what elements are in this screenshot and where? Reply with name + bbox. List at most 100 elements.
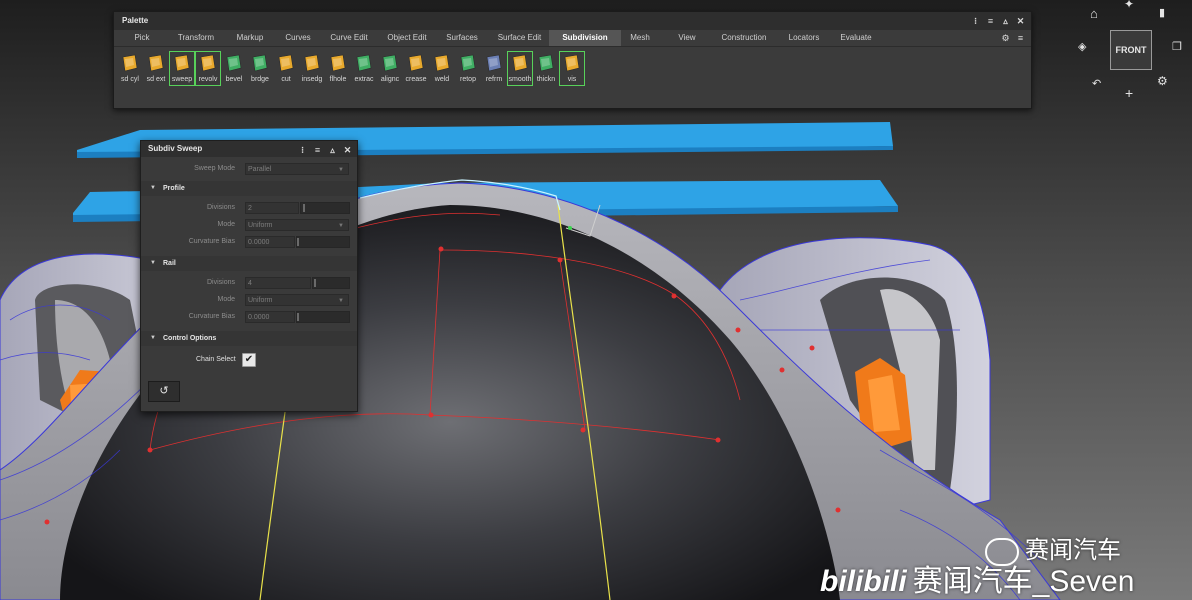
rail-section-header[interactable]: ▼ Rail [141,256,357,271]
menu-icon[interactable]: ≡ [313,142,322,158]
tab-curve-edit[interactable]: Curve Edit [318,30,380,46]
tab-pick[interactable]: Pick [114,30,170,46]
rail-mode-row: Mode Uniform ▼ [141,292,357,309]
tab-construction[interactable]: Construction [715,30,773,46]
tool-label: refrm [485,76,503,83]
tool-sd-cyl[interactable]: sd cyl [117,51,143,86]
collapse-icon[interactable]: ▵ [1001,12,1010,30]
rail-mode-select[interactable]: Uniform ▼ [245,294,349,306]
retopo-icon [457,52,479,74]
reset-button[interactable]: ↺ [148,381,180,402]
tool-label: sd cyl [121,76,139,83]
menu-icon[interactable]: ≡ [986,12,995,30]
tab-transform[interactable]: Transform [170,30,222,46]
crease-icon [405,52,427,74]
tool-weld[interactable]: weld [429,51,455,86]
view-cube-label: FRONT [1115,45,1147,55]
tool-label: brdge [251,76,269,83]
tab-evaluate[interactable]: Evaluate [835,30,877,46]
settings-gear-icon[interactable]: ⚙ [1157,74,1168,88]
tool-label: cut [281,76,291,83]
profile-divisions-label: Divisions [206,204,235,211]
rail-divisions-slider[interactable] [312,277,350,289]
rail-bias-label: Curvature Bias [188,313,235,320]
profile-divisions-row: Divisions 2 [141,200,357,217]
undo-view-icon[interactable]: ↶ [1092,77,1101,90]
subdiv-sweep-dialog[interactable]: Subdiv Sweep ⁝ ≡ ▵ ✕ Sweep Mode Parallel… [140,140,358,412]
tab-subdivision[interactable]: Subdivision [549,30,621,46]
bookmark-icon[interactable]: ▮ [1159,6,1165,19]
tool-label: sweep [171,76,193,83]
sweep-mode-label: Sweep Mode [194,165,235,172]
tab-curves[interactable]: Curves [278,30,318,46]
tab-locators[interactable]: Locators [773,30,835,46]
view-cube[interactable]: FRONT [1110,30,1152,70]
tool-revolv[interactable]: revolv [195,51,221,86]
tab-object-edit[interactable]: Object Edit [380,30,434,46]
tab-mesh[interactable]: Mesh [621,30,659,46]
visibility-icon [561,52,583,74]
tool-brdge[interactable]: brdge [247,51,273,86]
tool-label: vis [567,76,577,83]
dock-icon[interactable]: ⁝ [298,142,307,158]
tool-extrac[interactable]: extrac [351,51,377,86]
dialog-titlebar[interactable]: Subdiv Sweep ⁝ ≡ ▵ ✕ [141,141,357,157]
profile-bias-field[interactable]: 0.0000 [245,236,295,248]
sweep-mode-value: Parallel [248,166,272,173]
collapse-icon[interactable]: ▵ [328,142,337,158]
tool-sd-ext[interactable]: sd ext [143,51,169,86]
close-icon[interactable]: ✕ [1016,12,1025,30]
settings-gear-icon[interactable]: ⚙ [1001,33,1010,44]
checkmark-icon: ✔ [244,354,254,365]
profile-bias-value: 0.0000 [248,239,270,246]
profile-mode-value: Uniform [248,222,273,229]
tool-crease[interactable]: crease [403,51,429,86]
view-compass-icon[interactable]: ◈ [1078,40,1086,53]
rail-bias-slider[interactable] [296,311,350,323]
add-icon[interactable]: + [1125,85,1133,101]
window-icon[interactable]: ❐ [1172,40,1182,53]
profile-bias-slider[interactable] [296,236,350,248]
close-icon[interactable]: ✕ [343,142,352,158]
sweep-mode-row: Sweep Mode Parallel ▼ [141,161,357,178]
tab-view[interactable]: View [659,30,715,46]
rail-divisions-field[interactable]: 4 [245,277,311,289]
tool-bevel[interactable]: bevel [221,51,247,86]
control-options-header[interactable]: ▼ Control Options [141,331,357,346]
tool-refrm[interactable]: refrm [481,51,507,86]
tool-sweep[interactable]: sweep [169,51,195,86]
tool-vis[interactable]: vis [559,51,585,86]
tool-cut[interactable]: cut [273,51,299,86]
sweep-mode-select[interactable]: Parallel ▼ [245,163,349,175]
tool-smooth[interactable]: smooth [507,51,533,86]
tool-insedg[interactable]: insedg [299,51,325,86]
tool-flhole[interactable]: flhole [325,51,351,86]
tool-retop[interactable]: retop [455,51,481,86]
fill-hole-icon [327,52,349,74]
profile-section-header[interactable]: ▼ Profile [141,181,357,196]
tool-thickn[interactable]: thickn [533,51,559,86]
palette-window[interactable]: Palette ⁝ ≡ ▵ ✕ Pick Transform Markup Curve… [113,11,1032,109]
expand-triangle-icon: ▼ [150,185,156,191]
tab-surface-edit[interactable]: Surface Edit [490,30,549,46]
sweep-icon [171,52,193,74]
profile-divisions-field[interactable]: 2 [245,202,299,214]
profile-header-label: Profile [163,185,185,192]
chevron-down-icon: ▼ [338,167,344,173]
rail-bias-field[interactable]: 0.0000 [245,311,295,323]
home-icon[interactable]: ⌂ [1090,6,1098,21]
tool-label: flhole [329,76,347,83]
insert-edge-icon [301,52,323,74]
tab-surfaces[interactable]: Surfaces [434,30,490,46]
tool-alignc[interactable]: alignc [377,51,403,86]
menu-icon[interactable]: ≡ [1016,33,1025,43]
chain-select-checkbox[interactable]: ✔ [242,353,256,367]
reform-icon [483,52,505,74]
pin-icon[interactable]: ✦ [1124,0,1134,11]
dock-icon[interactable]: ⁝ [971,12,980,30]
rail-header-label: Rail [163,260,176,267]
profile-mode-select[interactable]: Uniform ▼ [245,219,349,231]
tab-markup[interactable]: Markup [222,30,278,46]
palette-titlebar[interactable]: Palette ⁝ ≡ ▵ ✕ [114,12,1031,30]
profile-divisions-slider[interactable] [300,202,350,214]
